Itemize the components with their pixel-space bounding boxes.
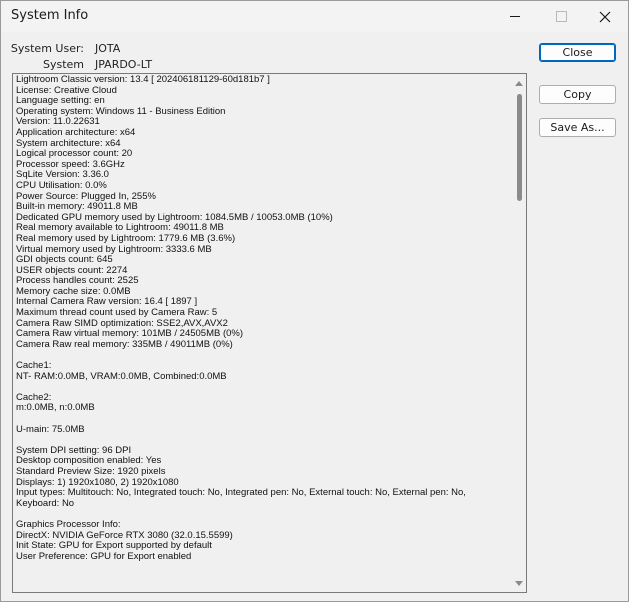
close-button[interactable]: Close: [539, 43, 616, 62]
info-line: Camera Raw real memory: 335MB / 49011MB …: [16, 338, 233, 350]
scrollbar-thumb[interactable]: [517, 94, 522, 201]
info-line: NT- RAM:0.0MB, VRAM:0.0MB, Combined:0.0M…: [16, 370, 227, 382]
info-line: Application architecture: x64: [16, 126, 136, 138]
info-line: CPU Utilisation: 0.0%: [16, 179, 107, 191]
window-title: System Info: [11, 8, 89, 23]
minimize-icon: [510, 16, 520, 17]
info-line: Graphics Processor Info:: [16, 518, 121, 530]
info-line: m:0.0MB, n:0.0MB: [16, 402, 95, 414]
scroll-up-arrow-icon[interactable]: [515, 81, 523, 86]
maximize-icon: [555, 11, 567, 22]
info-line: Lightroom Classic version: 13.4 [ 202406…: [16, 74, 270, 85]
info-line: Standard Preview Size: 1920 pixels: [16, 465, 166, 477]
minimize-button[interactable]: [492, 1, 538, 32]
info-line: [16, 382, 511, 393]
title-bar[interactable]: System Info: [1, 1, 628, 32]
info-line: Input types: Multitouch: No, Integrated …: [16, 487, 466, 499]
info-line: User Preference: GPU for Export enabled: [16, 550, 192, 562]
system-info-text-area[interactable]: Lightroom Classic version: 13.4 [ 202406…: [12, 73, 527, 593]
maximize-button[interactable]: [538, 1, 584, 32]
save-as-button[interactable]: Save As...: [539, 118, 616, 137]
vertical-scrollbar[interactable]: [513, 74, 526, 592]
info-line: [16, 414, 511, 425]
system-name-value: JPARDO-LT: [95, 58, 153, 71]
close-window-button[interactable]: [582, 1, 628, 32]
info-line: U-main: 75.0MB: [16, 423, 85, 435]
info-line: Keyboard: No: [16, 497, 75, 509]
copy-button[interactable]: Copy: [539, 85, 616, 104]
system-info-text: Lightroom Classic version: 13.4 [ 202406…: [16, 74, 511, 562]
scroll-down-arrow-icon[interactable]: [515, 581, 523, 586]
system-user-label: System User:: [10, 42, 84, 55]
info-line: [16, 350, 511, 361]
info-line: Real memory used by Lightroom: 1779.6 MB…: [16, 232, 236, 244]
close-icon: [599, 11, 611, 22]
system-user-value: JOTA: [95, 42, 121, 55]
system-info-window: System Info System User: JOTA System Nam…: [0, 0, 629, 602]
